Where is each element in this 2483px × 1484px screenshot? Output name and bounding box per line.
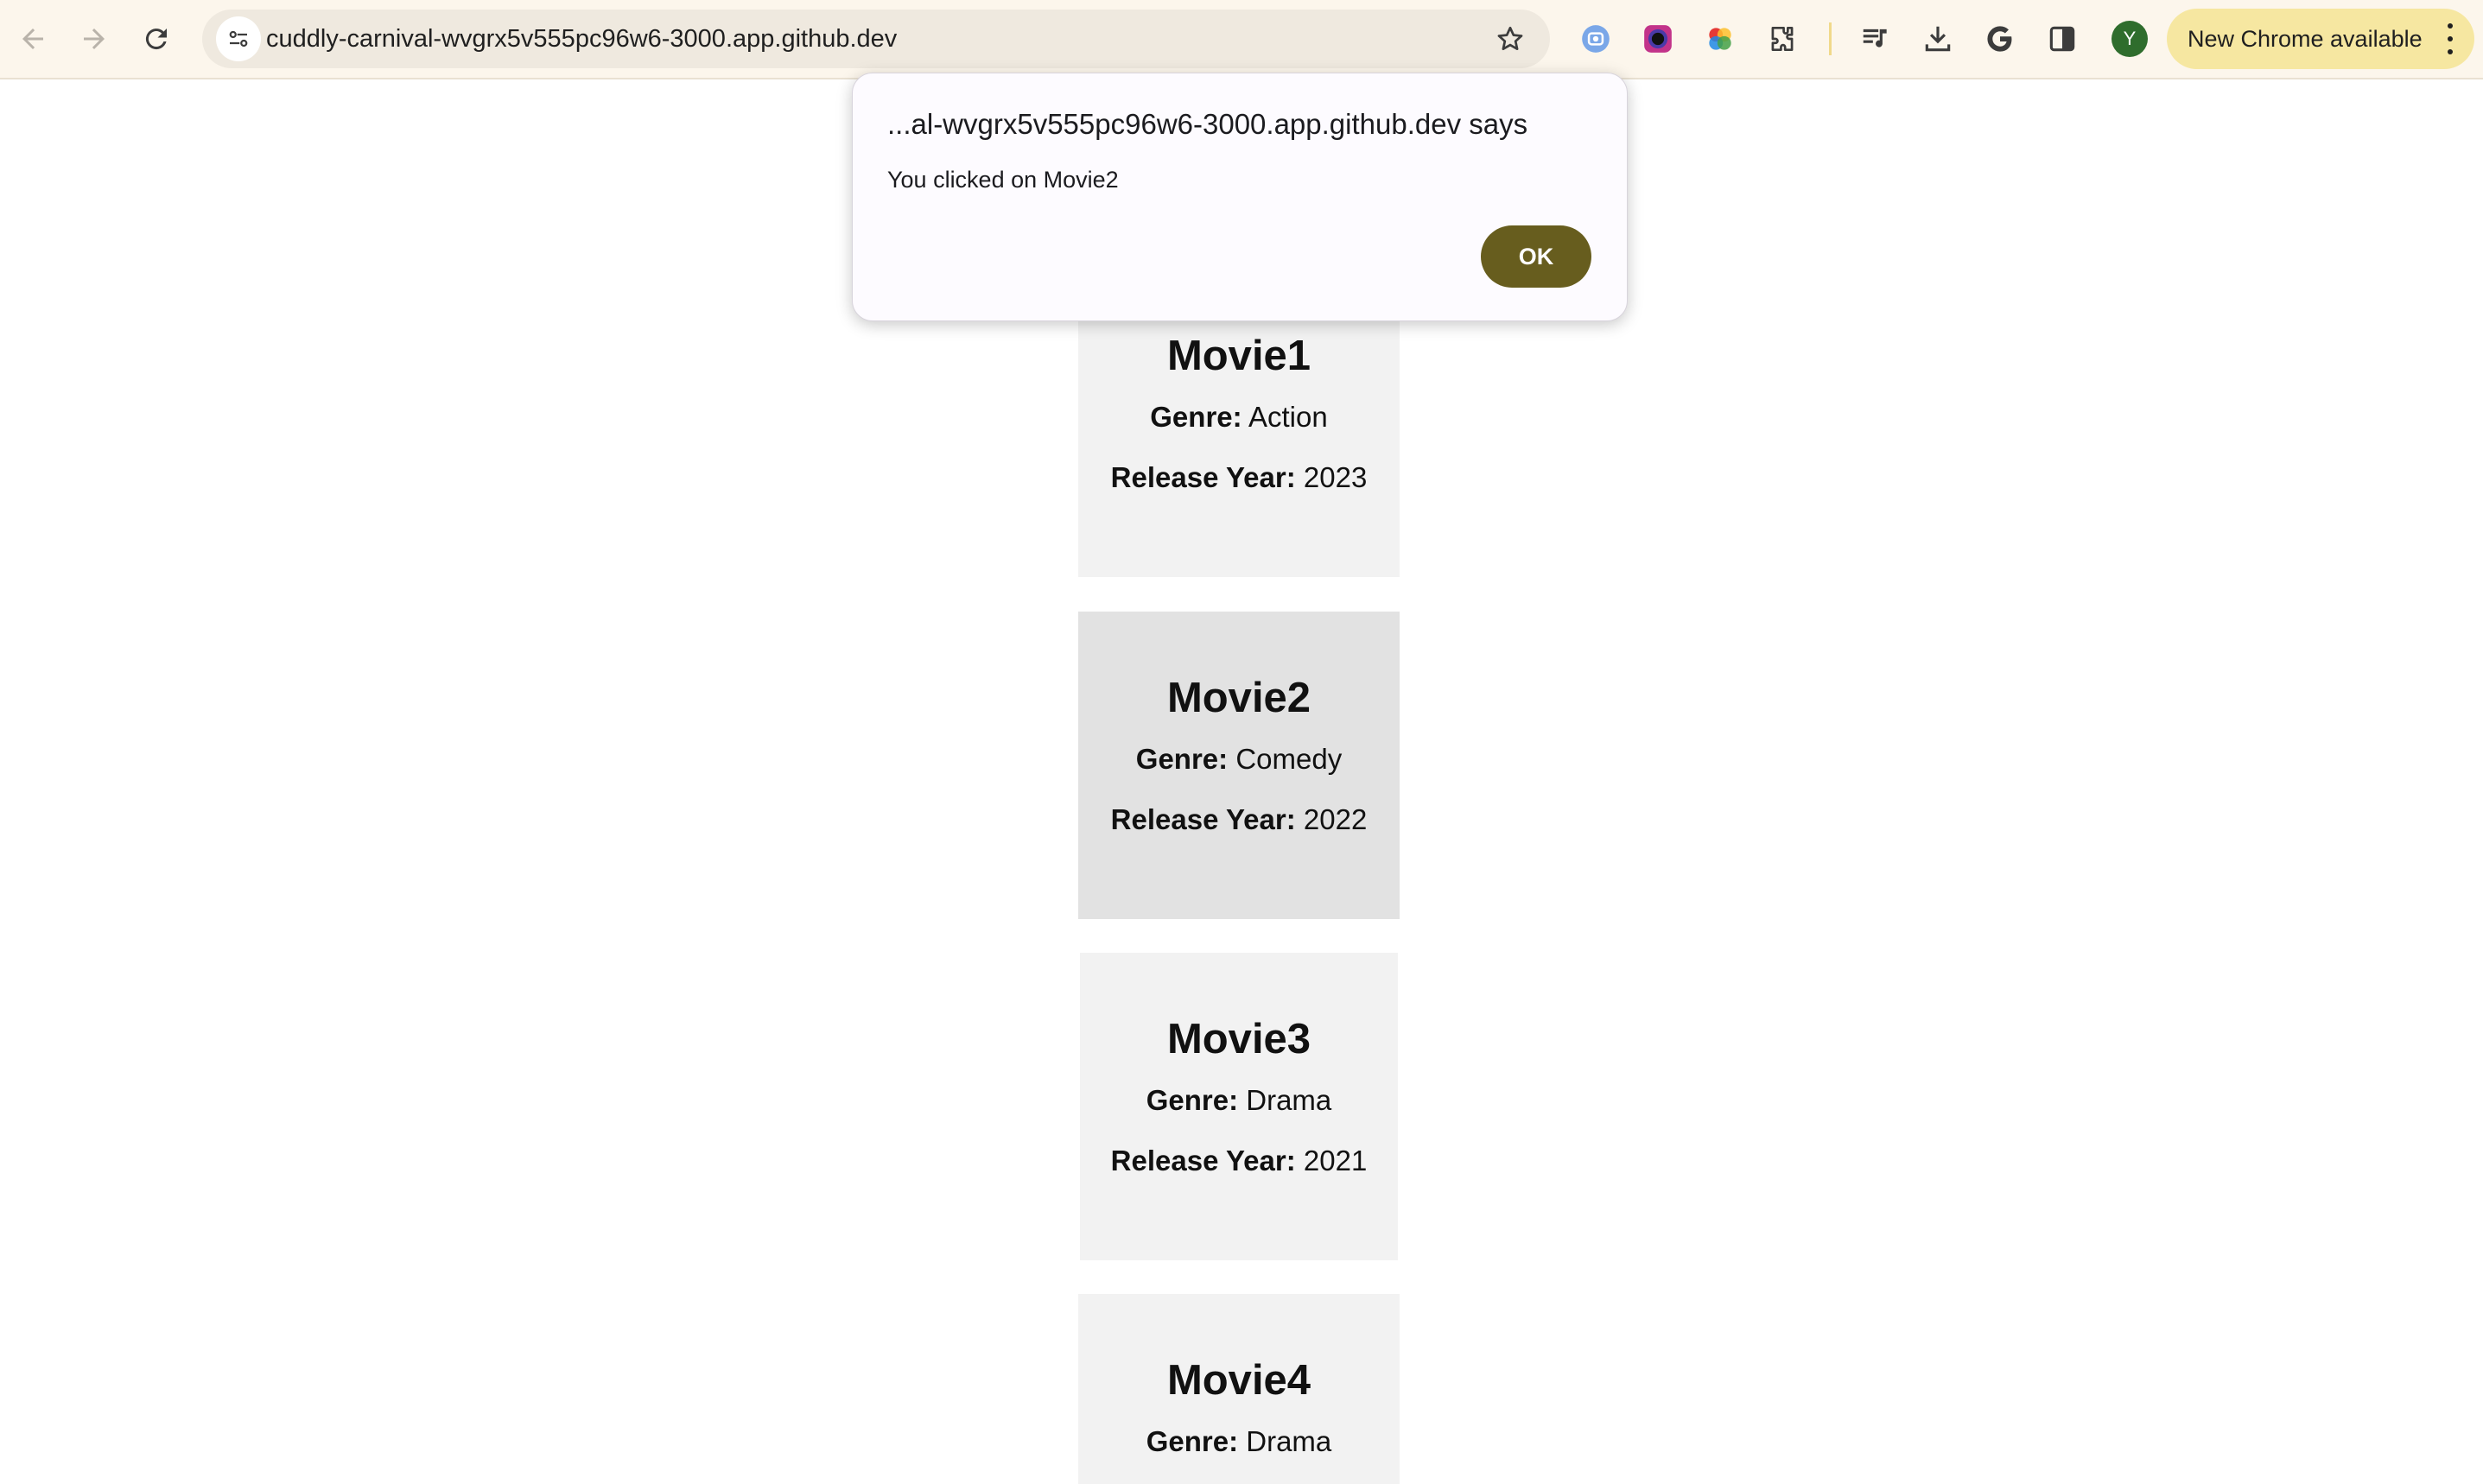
extension-palette[interactable] bbox=[1700, 19, 1740, 59]
back-button[interactable] bbox=[9, 15, 57, 63]
site-info-icon bbox=[229, 30, 248, 48]
kebab-menu-icon[interactable] bbox=[2442, 23, 2459, 54]
extension-camera[interactable] bbox=[1576, 19, 1616, 59]
side-panel-icon bbox=[2049, 26, 2075, 52]
site-info-button[interactable] bbox=[216, 16, 261, 61]
google-button[interactable] bbox=[1980, 19, 2020, 59]
movie-genre: Genre: Drama bbox=[1146, 1425, 1332, 1457]
forward-arrow-icon bbox=[84, 29, 105, 49]
side-panel-button[interactable] bbox=[2042, 19, 2082, 59]
browser-toolbar: cuddly-carnival-wvgrx5v555pc96w6-3000.ap… bbox=[0, 0, 2483, 79]
forward-button[interactable] bbox=[70, 15, 118, 63]
puzzle-icon bbox=[1771, 26, 1794, 52]
profile-avatar[interactable]: Y bbox=[2112, 21, 2148, 57]
extension-color[interactable] bbox=[1638, 19, 1678, 59]
movie-card[interactable]: Movie2 Genre: Comedy Release Year: 2022 bbox=[1078, 612, 1400, 919]
reload-button[interactable] bbox=[132, 15, 181, 63]
camera-extension-icon bbox=[1582, 25, 1610, 53]
ok-button[interactable]: OK bbox=[1481, 225, 1591, 288]
movie-year: Release Year: 2022 bbox=[1110, 803, 1368, 835]
dialog-message: You clicked on Movie2 bbox=[887, 167, 1119, 193]
downloads-button[interactable] bbox=[1918, 19, 1958, 59]
movie-card[interactable]: Movie3 Genre: Drama Release Year: 2021 bbox=[1080, 953, 1398, 1260]
movie-title: Movie2 bbox=[1166, 675, 1311, 721]
movie-card[interactable]: Movie4 Genre: Drama bbox=[1078, 1294, 1400, 1484]
update-label: New Chrome available bbox=[2188, 26, 2423, 52]
download-icon bbox=[1925, 26, 1951, 52]
url-text[interactable]: cuddly-carnival-wvgrx5v555pc96w6-3000.ap… bbox=[266, 10, 897, 68]
movie-year: Release Year: 2023 bbox=[1110, 461, 1368, 493]
palette-extension-icon bbox=[1709, 28, 1731, 50]
color-ring-extension-icon bbox=[1644, 25, 1672, 53]
toolbar-separator bbox=[1829, 22, 1832, 55]
extensions-button[interactable] bbox=[1762, 19, 1802, 59]
movie-title: Movie1 bbox=[1166, 333, 1311, 379]
media-icon bbox=[1863, 29, 1887, 48]
dialog-title: ...al-wvgrx5v555pc96w6-3000.app.github.d… bbox=[887, 108, 1528, 140]
reload-icon bbox=[145, 29, 167, 50]
movie-genre: Genre: Comedy bbox=[1135, 743, 1343, 775]
movie-genre: Genre: Drama bbox=[1146, 1084, 1332, 1116]
movie-year: Release Year: 2021 bbox=[1110, 1145, 1368, 1176]
address-bar[interactable]: cuddly-carnival-wvgrx5v555pc96w6-3000.ap… bbox=[202, 10, 1550, 68]
media-button[interactable] bbox=[1856, 19, 1896, 59]
google-icon bbox=[1987, 26, 2012, 52]
movie-title: Movie4 bbox=[1166, 1357, 1311, 1404]
alert-dialog: ...al-wvgrx5v555pc96w6-3000.app.github.d… bbox=[852, 73, 1628, 321]
movie-title: Movie3 bbox=[1166, 1016, 1311, 1062]
movie-genre: Genre: Action bbox=[1150, 401, 1328, 433]
chrome-update-button[interactable]: New Chrome available bbox=[2167, 9, 2474, 69]
bookmark-star-icon bbox=[1497, 26, 1523, 51]
back-arrow-icon bbox=[22, 29, 43, 49]
bookmark-button[interactable] bbox=[1493, 22, 1527, 56]
